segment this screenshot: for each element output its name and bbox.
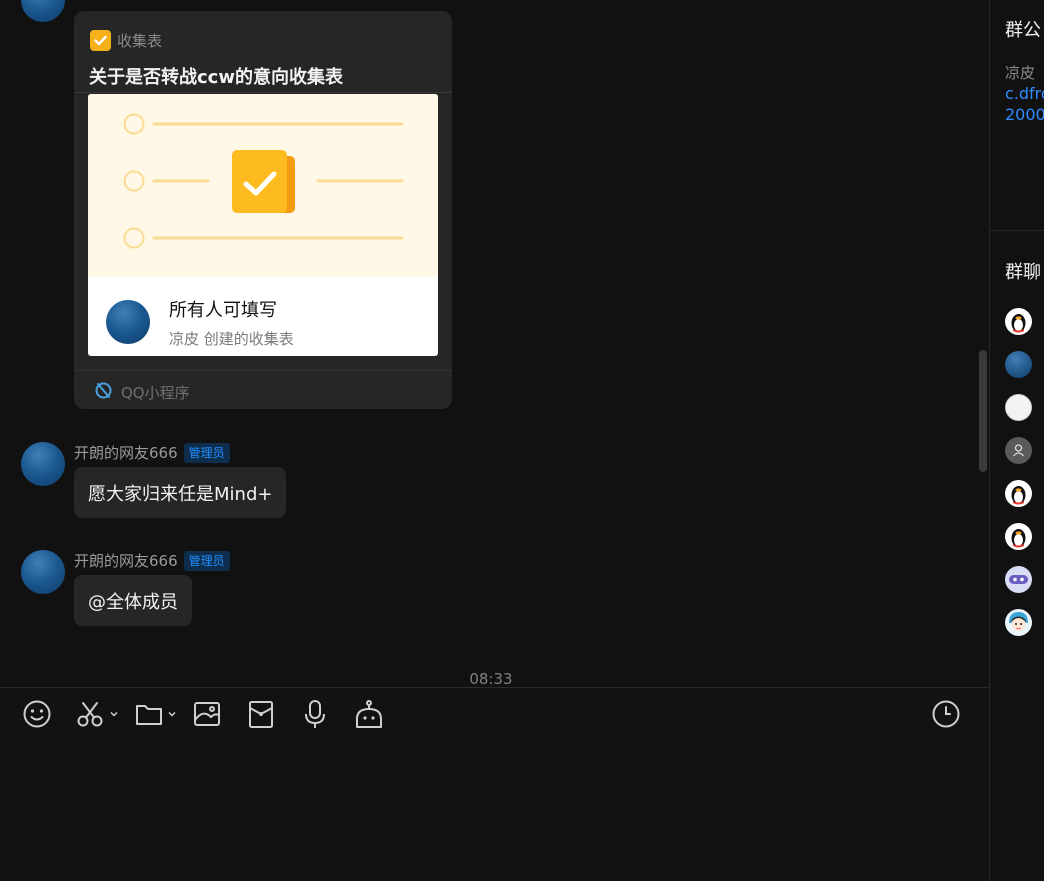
admin-badge: 管理员 [183, 442, 230, 463]
scrollbar[interactable] [979, 350, 987, 472]
admin-badge: 管理员 [183, 550, 230, 571]
group-info-panel: 群公 凉皮 c.dfro 2000 群聊 [989, 0, 1044, 881]
member-avatar[interactable] [1005, 566, 1032, 593]
avatar[interactable] [21, 550, 65, 594]
history-clock-icon [932, 700, 960, 728]
member-avatar[interactable] [1005, 394, 1032, 421]
screenshot-button[interactable] [76, 698, 119, 730]
microphone-icon [305, 700, 325, 728]
card-footer: QQ小程序 [94, 381, 190, 404]
member-avatar[interactable] [1005, 523, 1032, 550]
message-bubble[interactable]: @全体成员 [74, 575, 192, 626]
divider [74, 92, 452, 93]
divider [74, 370, 452, 371]
member-avatar[interactable] [1005, 480, 1032, 507]
chat-message-area: 收集表 关于是否转战ccw的意向收集表 所有人可填写 凉皮 创建的收集表 QQ小… [0, 0, 989, 688]
group-notice-text: 凉皮 [1005, 64, 1036, 82]
collection-form-card[interactable]: 收集表 关于是否转战ccw的意向收集表 所有人可填写 凉皮 创建的收集表 QQ小… [74, 11, 452, 409]
red-envelope-icon [249, 701, 273, 728]
robot-button[interactable] [354, 698, 384, 730]
member-avatar[interactable] [1005, 437, 1032, 464]
mini-program-label: QQ小程序 [121, 384, 190, 402]
group-notice-link[interactable]: 2000 [1005, 105, 1044, 124]
group-members-title[interactable]: 群聊 [1005, 258, 1041, 284]
divider [990, 230, 1044, 231]
red-envelope-button[interactable] [246, 698, 276, 730]
folder-icon [136, 705, 162, 725]
member-avatar[interactable] [1005, 609, 1032, 636]
form-illustration [88, 94, 438, 277]
timestamp: 08:33 [469, 670, 513, 688]
avatar[interactable] [21, 0, 65, 22]
group-notice-link[interactable]: c.dfro [1005, 84, 1044, 103]
group-notice-title[interactable]: 群公 [1005, 16, 1041, 42]
image-icon [194, 702, 220, 726]
message-bubble[interactable]: 愿大家归来任是Mind+ [74, 467, 287, 518]
chevron-down-icon [168, 711, 176, 717]
message-sender: 开朗的网友666 管理员 [74, 550, 230, 571]
avatar[interactable] [21, 442, 65, 486]
card-title: 关于是否转战ccw的意向收集表 [89, 67, 343, 88]
card-preview[interactable]: 所有人可填写 凉皮 创建的收集表 [88, 94, 438, 356]
card-app-name: 收集表 [117, 31, 163, 50]
image-button[interactable] [192, 698, 222, 730]
scissors-icon [77, 702, 103, 727]
emoji-button[interactable] [22, 698, 52, 730]
message-sender: 开朗的网友666 管理员 [74, 442, 230, 463]
chevron-down-icon [110, 711, 118, 717]
voice-button[interactable] [300, 698, 330, 730]
checkbox-app-icon [90, 29, 111, 51]
member-avatar[interactable] [1005, 351, 1032, 378]
creator-avatar [106, 300, 150, 344]
robot-icon [356, 700, 382, 728]
sender-name[interactable]: 开朗的网友666 [74, 442, 178, 463]
sender-name[interactable]: 开朗的网友666 [74, 550, 178, 571]
card-header: 收集表 [90, 29, 162, 51]
file-button[interactable] [134, 698, 177, 730]
history-button[interactable] [931, 698, 961, 730]
preview-subtitle: 凉皮 创建的收集表 [169, 330, 294, 348]
preview-title: 所有人可填写 [169, 300, 277, 321]
member-avatar[interactable] [1005, 308, 1032, 335]
mini-program-icon [94, 381, 113, 404]
emoji-icon [23, 700, 51, 728]
message-composer[interactable] [0, 687, 989, 881]
